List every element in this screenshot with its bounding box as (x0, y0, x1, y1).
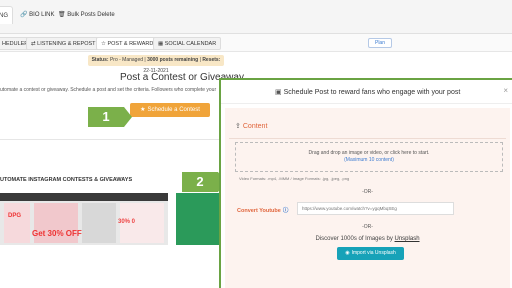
step-1-number: 1 (102, 109, 110, 124)
supported-formats: Video Formats: .mp4, .MMM / Image Format… (239, 176, 350, 181)
tab-post-reward-label: POST & REWARD (107, 41, 154, 47)
schedule-post-modal: ▣ Schedule Post to reward fans who engage… (219, 78, 512, 288)
dropzone-instruction: Drag and drop an image or video, or clic… (308, 150, 430, 156)
calendar-icon: ▦ (158, 41, 164, 47)
file-dropzone[interactable]: Drag and drop an image or video, or clic… (235, 142, 503, 172)
tab-listening-repost[interactable]: ⇄ LISTENING & REPOST (26, 37, 101, 50)
top-tab-bar: NG 🔗 BIO LINK 🗑 Bulk Posts Delete (0, 0, 512, 34)
unsplash-link[interactable]: Unsplash (395, 236, 420, 242)
thumbnail-sale-text: Get 30% OFF (32, 229, 82, 238)
contest-thumbnail-1[interactable]: DPG Get 30% OFF 30% 0 (0, 193, 168, 245)
thumbnail-percent-text: 30% 0 (118, 219, 136, 225)
content-section-label: ⇪ Content (235, 122, 267, 130)
convert-youtube-label: Convert Youtube ⓘ (237, 206, 288, 214)
or-separator: -OR- (362, 189, 373, 195)
star-icon: ☆ (101, 41, 106, 47)
import-unsplash-button[interactable]: ◉ Import via Unsplash (337, 247, 404, 260)
contest-thumbnail-2[interactable] (176, 193, 220, 245)
tab-bio-link[interactable]: 🔗 BIO LINK (16, 6, 59, 24)
tab-bulk-delete-label: Bulk Posts Delete (67, 12, 115, 18)
content-label-text: Content (242, 123, 268, 130)
plan-button-label: Plan (374, 40, 385, 46)
tab-social-calendar[interactable]: ▦ SOCIAL CALENDAR (153, 37, 222, 50)
unsplash-discover-text: Discover 1000s of Images by Unsplash (225, 236, 510, 242)
tab-scheduler-label: HEDULER (2, 41, 29, 47)
tab-listening-label: LISTENING & REPOST (37, 41, 96, 47)
star-icon: ★ (140, 107, 146, 113)
upload-icon: ⇪ (235, 123, 241, 130)
step-2-badge: 2 (182, 172, 226, 192)
schedule-contest-label: Schedule a Contest (147, 107, 200, 113)
tab-bulk-delete[interactable]: 🗑 Bulk Posts Delete (54, 6, 119, 24)
section-title: UTOMATE INSTAGRAM CONTESTS & GIVEAWAYS (0, 177, 133, 183)
info-icon[interactable]: ⓘ (283, 208, 289, 214)
thumbnail-logo: DPG (8, 213, 22, 219)
tab-partial-label: NG (0, 13, 8, 19)
step-2-number: 2 (196, 174, 204, 189)
modal-header: ▣ Schedule Post to reward fans who engage… (221, 80, 512, 104)
repost-icon: ⇄ (31, 41, 36, 47)
dropzone-limit: (Maximum 10 content) (344, 157, 394, 163)
modal-title-text: Schedule Post to reward fans who engage … (283, 89, 461, 96)
or-separator: -OR- (362, 224, 373, 230)
page-description: utomate a contest or giveaway. Schedule … (0, 87, 217, 93)
modal-body: ⇪ Content Drag and drop an image or video… (225, 108, 510, 288)
sub-nav: HEDULER ⇄ LISTENING & REPOST ☆ POST & RE… (0, 34, 512, 52)
thumbnail-image (82, 203, 116, 243)
divider (0, 139, 220, 140)
status-plan: Pro - Managed (109, 57, 144, 63)
tab-post-reward[interactable]: ☆ POST & REWARD (96, 37, 159, 50)
trash-icon: 🗑 (58, 12, 66, 18)
tab-social-calendar-label: SOCIAL CALENDAR (164, 41, 217, 47)
modal-title: ▣ Schedule Post to reward fans who engage… (275, 88, 460, 96)
camera-icon: ◉ (345, 250, 350, 256)
youtube-url-input[interactable] (297, 202, 454, 215)
image-icon: ▣ (275, 89, 282, 96)
link-icon: 🔗 (20, 12, 28, 18)
schedule-contest-button[interactable]: ★ Schedule a Contest (130, 103, 210, 117)
import-unsplash-label: Import via Unsplash (351, 250, 396, 256)
tab-partial[interactable]: NG (0, 6, 13, 24)
convert-youtube-text: Convert Youtube (237, 208, 281, 214)
tab-bio-link-label: BIO LINK (29, 12, 55, 18)
status-bar: Status: Pro - Managed | 3000 posts remai… (88, 55, 224, 74)
step-1-badge: 1 (88, 107, 132, 127)
thumbnail-header-strip (0, 193, 168, 201)
discover-text: Discover 1000s of Images by (315, 236, 393, 242)
status-remaining: 3000 posts remaining (147, 57, 199, 63)
status-prefix: Status: (91, 57, 109, 63)
thumbnail-image (4, 203, 30, 243)
content-divider (229, 138, 506, 139)
plan-button[interactable]: Plan (368, 38, 392, 48)
status-resets-label: Resets: (202, 57, 221, 63)
close-icon[interactable]: × (503, 86, 508, 95)
